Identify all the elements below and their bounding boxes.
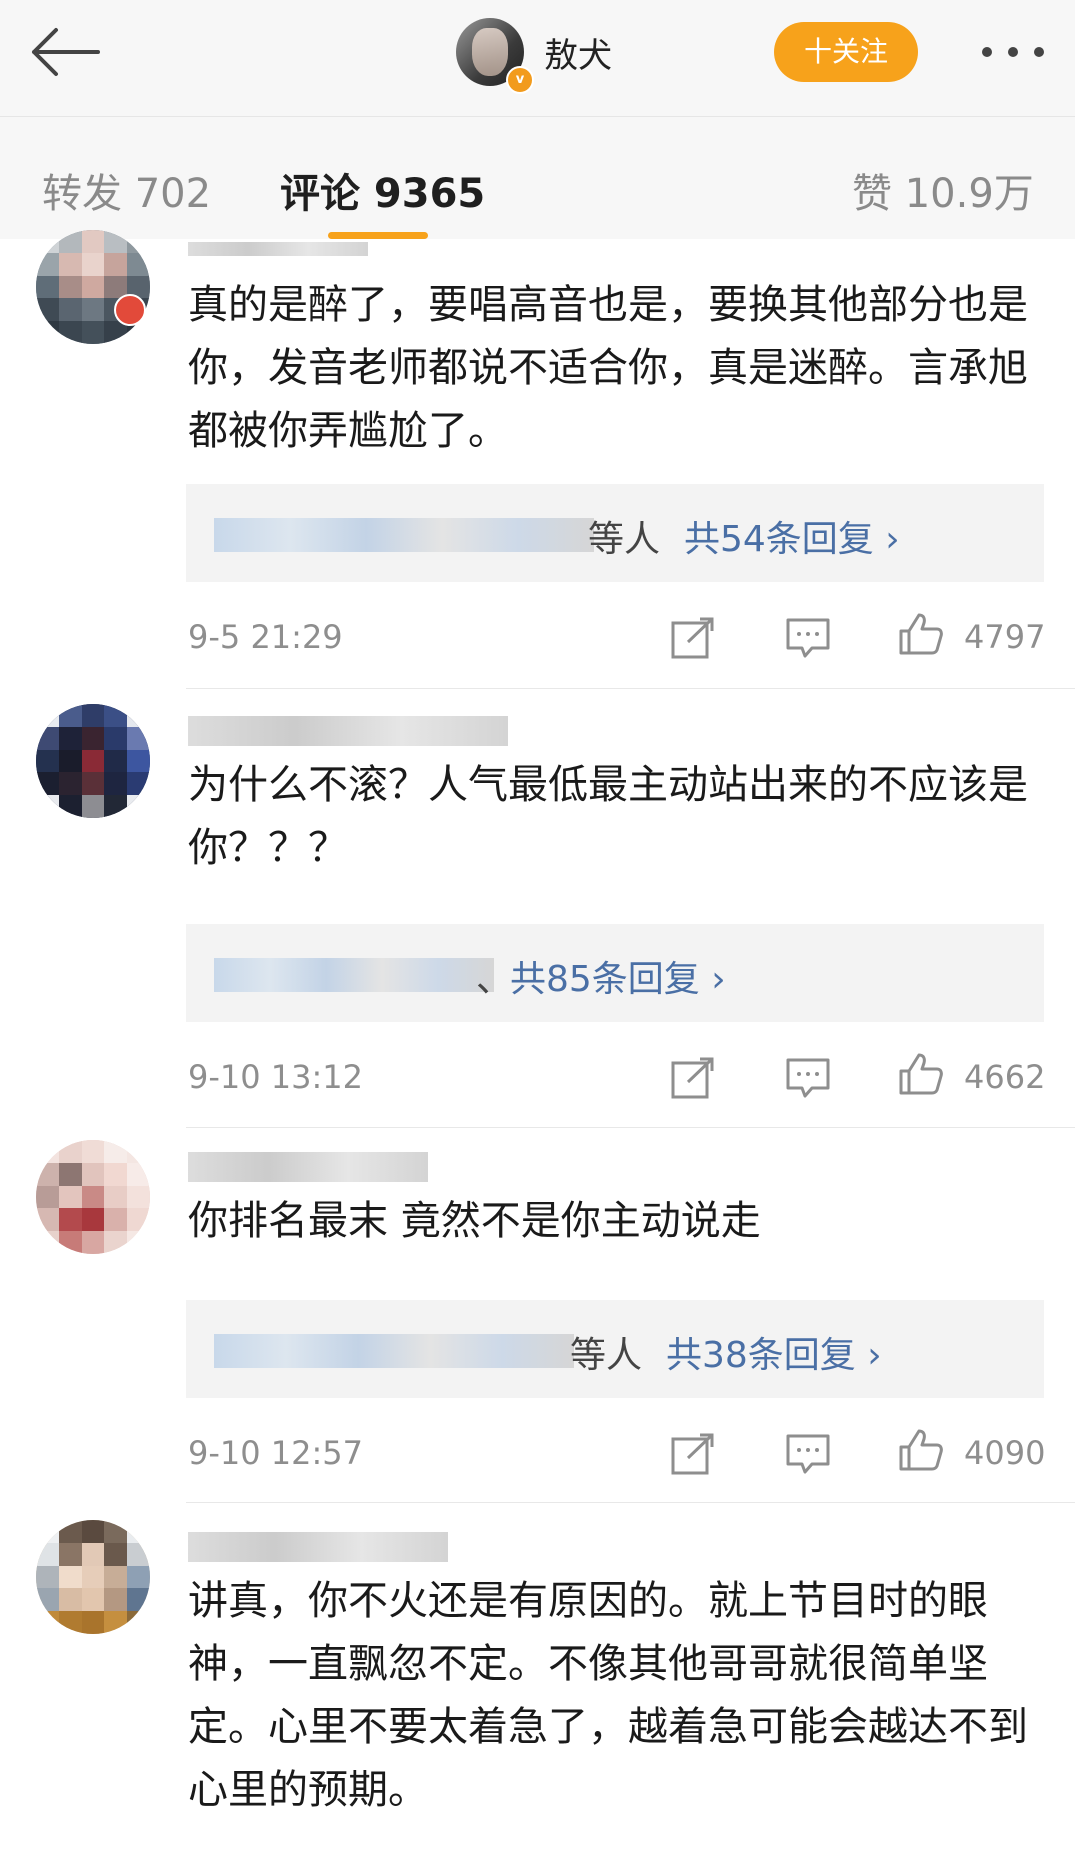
comment-text: 讲真，你不火还是有原因的。就上节目时的眼神，一直飘忽不定。不像其他哥哥就很简单坚… — [188, 1578, 1028, 1813]
reply-user-names — [214, 518, 594, 552]
reply-suffix: 、 — [476, 959, 513, 1000]
reply-count-link[interactable]: 共54条回复 › — [684, 510, 900, 562]
tab-reposts[interactable]: 转发 702 — [42, 161, 211, 219]
user-name[interactable] — [188, 1528, 448, 1563]
repost-icon[interactable] — [670, 1056, 716, 1100]
user-name[interactable] — [188, 1148, 428, 1183]
tab-comments[interactable]: 评论 9365 — [280, 161, 485, 219]
avatar[interactable] — [36, 704, 150, 818]
verified-badge-icon: v — [506, 66, 534, 94]
reply-user-names — [214, 1334, 574, 1368]
tab-bar: 转发 702 评论 9365 赞 10.9万 — [0, 117, 1075, 239]
reply-preview[interactable]: 等人 共38条回复 › — [186, 1300, 1044, 1398]
follow-button[interactable]: 十关注 — [774, 22, 918, 82]
member-badge-icon — [114, 294, 146, 326]
avatar[interactable] — [36, 1520, 150, 1634]
repost-icon[interactable] — [670, 1432, 716, 1476]
comment-icon[interactable] — [785, 1432, 831, 1476]
reply-suffix: 等人 — [570, 1335, 643, 1376]
like-icon[interactable] — [898, 1428, 944, 1472]
divider — [186, 688, 1075, 689]
reply-preview[interactable]: 等人 共54条回复 › — [186, 484, 1044, 582]
like-count: 4662 — [964, 1058, 1046, 1096]
user-name[interactable] — [188, 712, 508, 747]
avatar[interactable] — [36, 230, 150, 344]
reply-user-names — [214, 958, 494, 992]
author-name[interactable]: 敖犬 — [544, 28, 612, 77]
reply-suffix: 等人 — [588, 519, 661, 560]
comment-text: 为什么不滚？人气最低最主动站出来的不应该是你？？？ — [188, 762, 1028, 871]
user-name[interactable] — [188, 230, 368, 265]
comment-time: 9-10 13:12 — [188, 1058, 364, 1096]
tab-likes[interactable]: 赞 10.9万 — [852, 161, 1034, 219]
comment-icon[interactable] — [785, 616, 831, 660]
divider — [186, 1502, 1075, 1503]
comment-text: 你排名最末 竟然不是你主动说走 — [188, 1198, 761, 1244]
divider — [186, 1127, 1075, 1128]
avatar[interactable] — [36, 1140, 150, 1254]
comment-text: 真的是醉了，要唱高音也是，要换其他部分也是你，发音老师都说不适合你，真是迷醉。言… — [188, 282, 1028, 454]
comment-icon[interactable] — [785, 1056, 831, 1100]
repost-icon[interactable] — [670, 616, 716, 660]
top-bar: v 敖犬 十关注 — [0, 0, 1075, 117]
back-arrow-icon[interactable] — [26, 22, 106, 82]
reply-preview[interactable]: 、 共85条回复 › — [186, 924, 1044, 1022]
more-icon[interactable] — [978, 40, 1050, 64]
like-icon[interactable] — [898, 1052, 944, 1096]
like-count: 4090 — [964, 1434, 1046, 1472]
like-icon[interactable] — [898, 612, 944, 656]
comment-time: 9-10 12:57 — [188, 1434, 364, 1472]
like-count: 4797 — [964, 618, 1046, 656]
reply-count-link[interactable]: 共38条回复 › — [666, 1326, 882, 1378]
reply-count-link[interactable]: 共85条回复 › — [510, 950, 726, 1002]
comment-time: 9-5 21:29 — [188, 618, 343, 656]
